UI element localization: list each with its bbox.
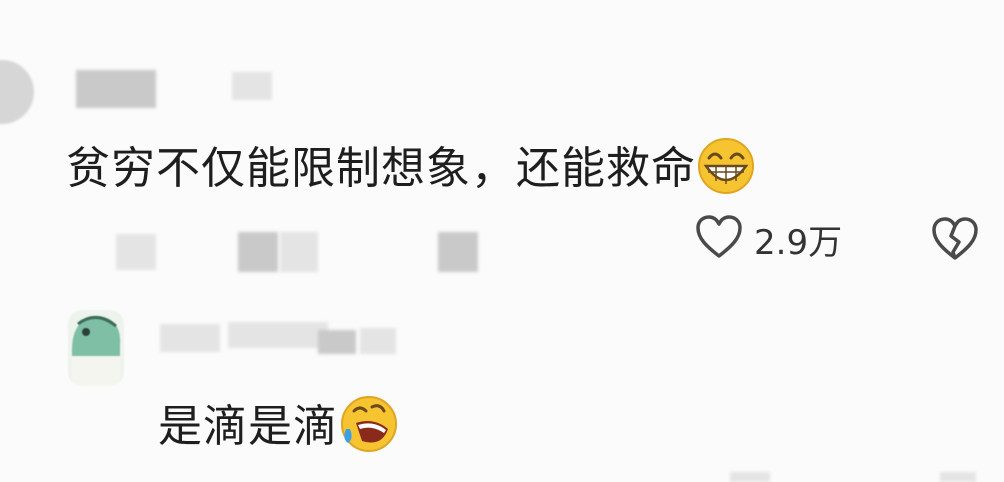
comment-text: 贫穷不仅能限制想象，还能救命 [66, 132, 756, 207]
meta-redacted[interactable] [438, 232, 478, 272]
meta-redacted[interactable] [280, 232, 318, 272]
comment-text-content: 是滴是滴 [158, 401, 338, 452]
username-redacted[interactable] [76, 70, 156, 108]
meta-redacted [116, 234, 156, 270]
avatar[interactable] [68, 310, 124, 386]
username-redacted [228, 322, 328, 348]
heart-icon [694, 214, 744, 264]
meta-redacted[interactable] [238, 232, 278, 272]
broken-heart-icon [930, 217, 980, 266]
comment-text-content: 贫穷不仅能限制想象，还能救命 [66, 143, 696, 194]
like-count: 2.9万 [754, 222, 843, 263]
username-redacted [232, 72, 272, 100]
meta-redacted [730, 472, 770, 482]
rolling-laughing-face-icon [338, 393, 400, 466]
username-redacted [318, 330, 356, 354]
username-redacted[interactable] [160, 324, 220, 352]
dislike-button[interactable] [930, 216, 980, 266]
like-button[interactable]: 2.9万 [694, 214, 842, 264]
username-redacted [360, 328, 396, 354]
grinning-face-icon [696, 136, 756, 207]
comment-text: 是滴是滴 [158, 390, 400, 466]
avatar[interactable] [0, 60, 34, 124]
meta-redacted [940, 472, 976, 482]
